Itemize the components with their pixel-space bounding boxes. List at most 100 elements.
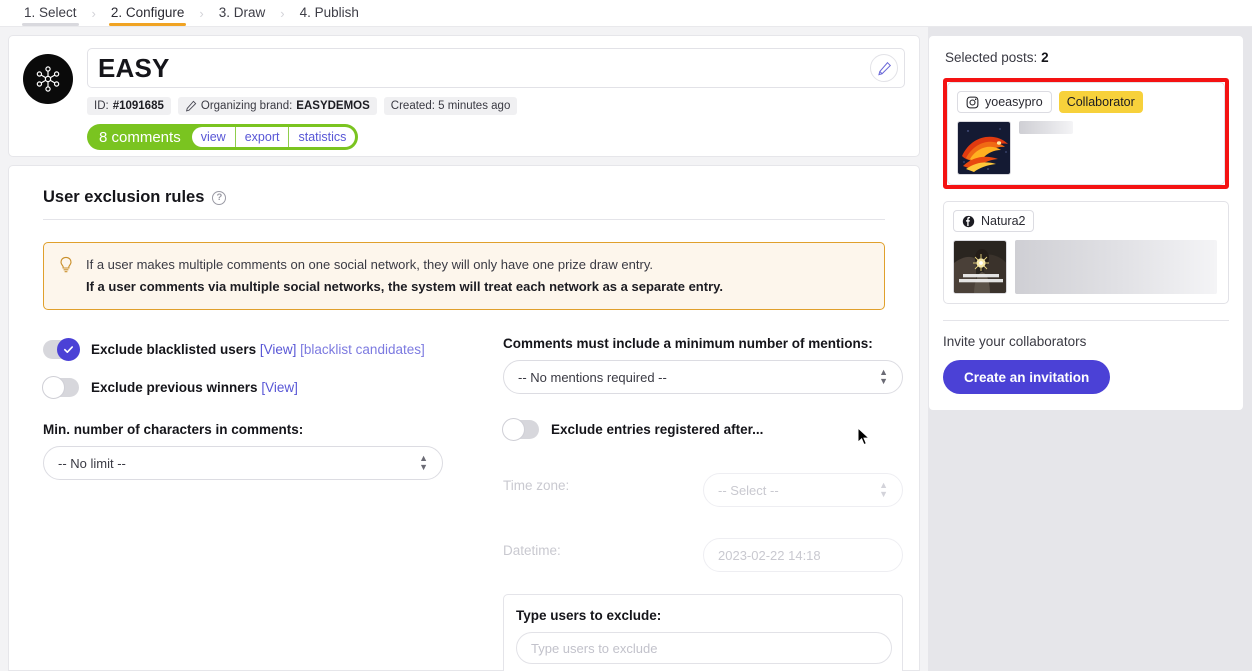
exclude-registered-after-row: Exclude entries registered after... bbox=[502, 416, 903, 442]
wizard-step-publish[interactable]: 4. Publish bbox=[298, 2, 361, 25]
wizard-step-select[interactable]: 1. Select bbox=[22, 2, 79, 26]
instagram-account-name: yoeasypro bbox=[985, 95, 1043, 109]
chevron-updown-icon: ▲ ▼ bbox=[419, 453, 428, 472]
id-chip-value: #1091685 bbox=[112, 100, 164, 112]
post-card-header: yoeasypro Collaborator bbox=[957, 91, 1215, 113]
comments-export-link[interactable]: export bbox=[236, 127, 290, 147]
edit-title-button[interactable] bbox=[870, 54, 898, 82]
post-caption-redacted bbox=[1015, 240, 1217, 294]
promotion-title-field[interactable]: EASY bbox=[87, 48, 905, 88]
section-title: User exclusion rules bbox=[43, 188, 205, 206]
chevron-right-icon: › bbox=[199, 5, 204, 21]
info-tip-box: If a user makes multiple comments on one… bbox=[43, 242, 885, 310]
question-mark-icon[interactable]: ? bbox=[212, 190, 227, 205]
exclude-previous-winners-toggle[interactable] bbox=[42, 375, 79, 399]
sparkler-photo-thumbnail[interactable] bbox=[953, 240, 1007, 294]
min-chars-value: -- No limit -- bbox=[58, 455, 126, 471]
post-card-body bbox=[953, 240, 1219, 294]
comments-view-link[interactable]: view bbox=[192, 127, 236, 147]
post-card-highlight-box: yoeasypro Collaborator bbox=[943, 78, 1229, 189]
post-card-header: Natura2 bbox=[953, 210, 1219, 232]
rules-left-column: Exclude blacklisted users [View] [blackl… bbox=[42, 336, 443, 671]
page-title: EASY bbox=[98, 53, 170, 83]
invite-collaborators-text: Invite your collaborators bbox=[943, 334, 1087, 349]
mentions-select[interactable]: -- No mentions required -- ▲ ▼ bbox=[503, 360, 903, 394]
datetime-input[interactable]: 2023-02-22 14:18 bbox=[703, 538, 903, 572]
selected-posts-count: 2 bbox=[1041, 50, 1049, 65]
header-details: EASY ID: #1091685 Organizing brand: EASY… bbox=[87, 48, 905, 150]
datetime-row: Datetime: 2023-02-22 14:18 bbox=[503, 529, 903, 572]
user-exclusion-rules-card: User exclusion rules ? If a user makes m… bbox=[8, 165, 920, 671]
promotion-id-chip: ID: #1091685 bbox=[87, 97, 171, 115]
mentions-label: Comments must include a minimum number o… bbox=[503, 336, 873, 351]
exclude-registered-after-toggle[interactable] bbox=[502, 417, 539, 441]
brand-chip-value: EASYDEMOS bbox=[296, 100, 370, 112]
instagram-account-chip[interactable]: yoeasypro bbox=[957, 91, 1052, 113]
comments-count-label: 8 comments bbox=[99, 128, 181, 146]
comments-statistics-link[interactable]: statistics bbox=[289, 127, 355, 147]
timezone-label: Time zone: bbox=[503, 478, 570, 493]
type-users-to-exclude-box: Type users to exclude: Type users to exc… bbox=[503, 594, 903, 671]
post-card-instagram[interactable]: yoeasypro Collaborator bbox=[947, 82, 1225, 185]
promotion-header-card: EASY ID: #1091685 Organizing brand: EASY… bbox=[8, 35, 920, 157]
selected-posts-label: Selected posts: bbox=[945, 50, 1042, 65]
exclude-users-input[interactable]: Type users to exclude bbox=[516, 632, 892, 664]
rules-right-column: Comments must include a minimum number o… bbox=[502, 336, 903, 671]
phoenix-artwork-thumbnail[interactable] bbox=[957, 121, 1011, 175]
chevron-updown-icon: ▲ ▼ bbox=[879, 480, 888, 499]
toggle-knob bbox=[502, 417, 525, 441]
exclude-blacklisted-label: Exclude blacklisted users [View] [blackl… bbox=[91, 342, 425, 357]
section-header: User exclusion rules ? bbox=[43, 188, 885, 207]
wizard-steps: 1. Select › 2. Configure › 3. Draw › 4. … bbox=[0, 0, 1252, 27]
exclude-users-title: Type users to exclude: bbox=[516, 608, 662, 623]
tip-line-2: If a user comments via multiple social n… bbox=[86, 278, 724, 294]
pencil-icon bbox=[185, 100, 197, 112]
post-card-facebook[interactable]: Natura2 bbox=[943, 201, 1229, 304]
exclude-previous-winners-text: Exclude previous winners bbox=[91, 379, 258, 395]
exclude-blacklisted-text: Exclude blacklisted users bbox=[91, 341, 257, 357]
comments-actions: view export statistics bbox=[191, 127, 356, 147]
promotion-meta-row: ID: #1091685 Organizing brand: EASYDEMOS… bbox=[87, 97, 905, 115]
comments-summary-pill: 8 comments view export statistics bbox=[87, 124, 359, 150]
sidebar: Selected posts: 2 yoeasypro Collaborator… bbox=[928, 27, 1252, 671]
tip-text: If a user makes multiple comments on one… bbox=[86, 255, 723, 296]
facebook-account-chip[interactable]: Natura2 bbox=[953, 210, 1035, 232]
exclude-users-placeholder: Type users to exclude bbox=[531, 640, 658, 656]
facebook-icon bbox=[962, 215, 975, 227]
selected-posts-panel: Selected posts: 2 yoeasypro Collaborator… bbox=[928, 35, 1244, 411]
wizard-step-configure[interactable]: 2. Configure bbox=[108, 2, 187, 26]
blacklist-candidates-link[interactable]: [blacklist candidates] bbox=[300, 342, 425, 357]
collaborator-badge: Collaborator bbox=[1058, 91, 1143, 113]
toggle-knob bbox=[42, 375, 65, 399]
brand-chip-label: Organizing brand: bbox=[200, 100, 293, 112]
datetime-label: Datetime: bbox=[503, 543, 561, 558]
timezone-row: Time zone: -- Select -- ▲ ▼ bbox=[503, 464, 903, 507]
chevron-right-icon: › bbox=[91, 5, 96, 21]
timezone-select[interactable]: -- Select -- ▲ ▼ bbox=[703, 473, 903, 507]
invite-divider bbox=[943, 320, 1229, 321]
rules-columns: Exclude blacklisted users [View] [blackl… bbox=[42, 336, 903, 671]
exclude-previous-winners-row: Exclude previous winners [View] bbox=[42, 374, 443, 400]
section-divider bbox=[43, 219, 885, 220]
chevron-updown-icon: ▲ ▼ bbox=[879, 367, 888, 386]
exclude-previous-winners-label: Exclude previous winners [View] bbox=[91, 380, 298, 395]
exclude-blacklisted-toggle[interactable] bbox=[43, 337, 80, 361]
winners-view-link[interactable]: [View] bbox=[261, 380, 298, 395]
network-hub-icon bbox=[23, 54, 73, 104]
id-chip-label: ID: bbox=[94, 100, 109, 112]
create-invitation-button[interactable]: Create an invitation bbox=[943, 360, 1111, 394]
organizing-brand-chip: Organizing brand: EASYDEMOS bbox=[177, 97, 377, 115]
check-icon bbox=[64, 345, 73, 353]
selected-posts-header: Selected posts: 2 bbox=[943, 46, 1229, 65]
timezone-value: -- Select -- bbox=[718, 482, 779, 498]
lightbulb-icon bbox=[58, 256, 74, 279]
blacklist-view-link[interactable]: [View] bbox=[260, 342, 297, 357]
app-root: 1. Select › 2. Configure › 3. Draw › 4. … bbox=[0, 0, 1252, 671]
min-chars-select[interactable]: -- No limit -- ▲ ▼ bbox=[43, 446, 443, 480]
tip-line-1: If a user makes multiple comments on one… bbox=[86, 257, 653, 272]
exclude-registered-after-label: Exclude entries registered after... bbox=[551, 421, 764, 437]
post-card-body bbox=[957, 121, 1215, 175]
wizard-step-draw[interactable]: 3. Draw bbox=[217, 2, 268, 25]
pencil-icon bbox=[877, 61, 891, 75]
toggle-knob bbox=[57, 337, 80, 361]
